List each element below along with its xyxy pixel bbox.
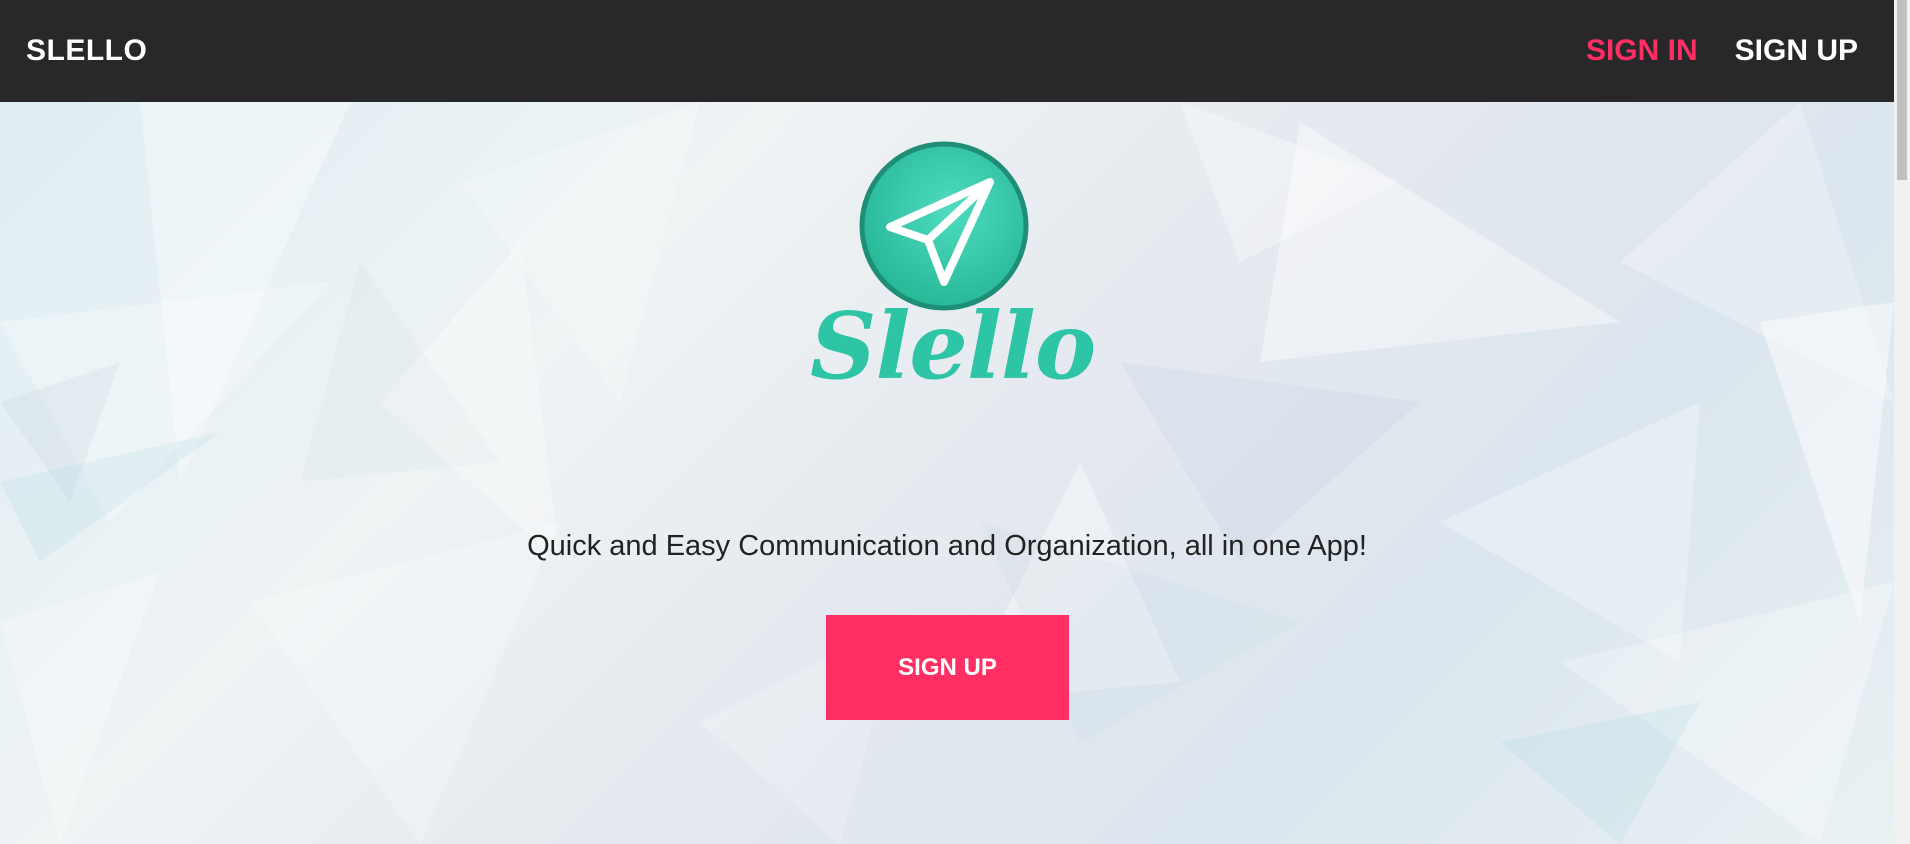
top-navbar: SLELLO SIGN IN SIGN UP [0, 0, 1894, 102]
logo-wordmark: Slello [810, 292, 1096, 400]
scrollbar-thumb[interactable] [1897, 0, 1907, 180]
nav-links: SIGN IN SIGN UP [1586, 34, 1858, 68]
brand-link[interactable]: SLELLO [26, 34, 147, 68]
sign-up-link[interactable]: SIGN UP [1735, 34, 1858, 68]
vertical-scrollbar[interactable] [1894, 0, 1910, 844]
hero-section: Slello Quick and Easy Communication and … [0, 102, 1894, 844]
tagline-text: Quick and Easy Communication and Organiz… [527, 530, 1367, 562]
sign-up-button[interactable]: SIGN UP [826, 615, 1069, 720]
sign-in-link[interactable]: SIGN IN [1586, 34, 1698, 68]
slello-logo: Slello [810, 122, 1096, 422]
tagline: Quick and Easy Communication and Organiz… [0, 530, 1894, 563]
